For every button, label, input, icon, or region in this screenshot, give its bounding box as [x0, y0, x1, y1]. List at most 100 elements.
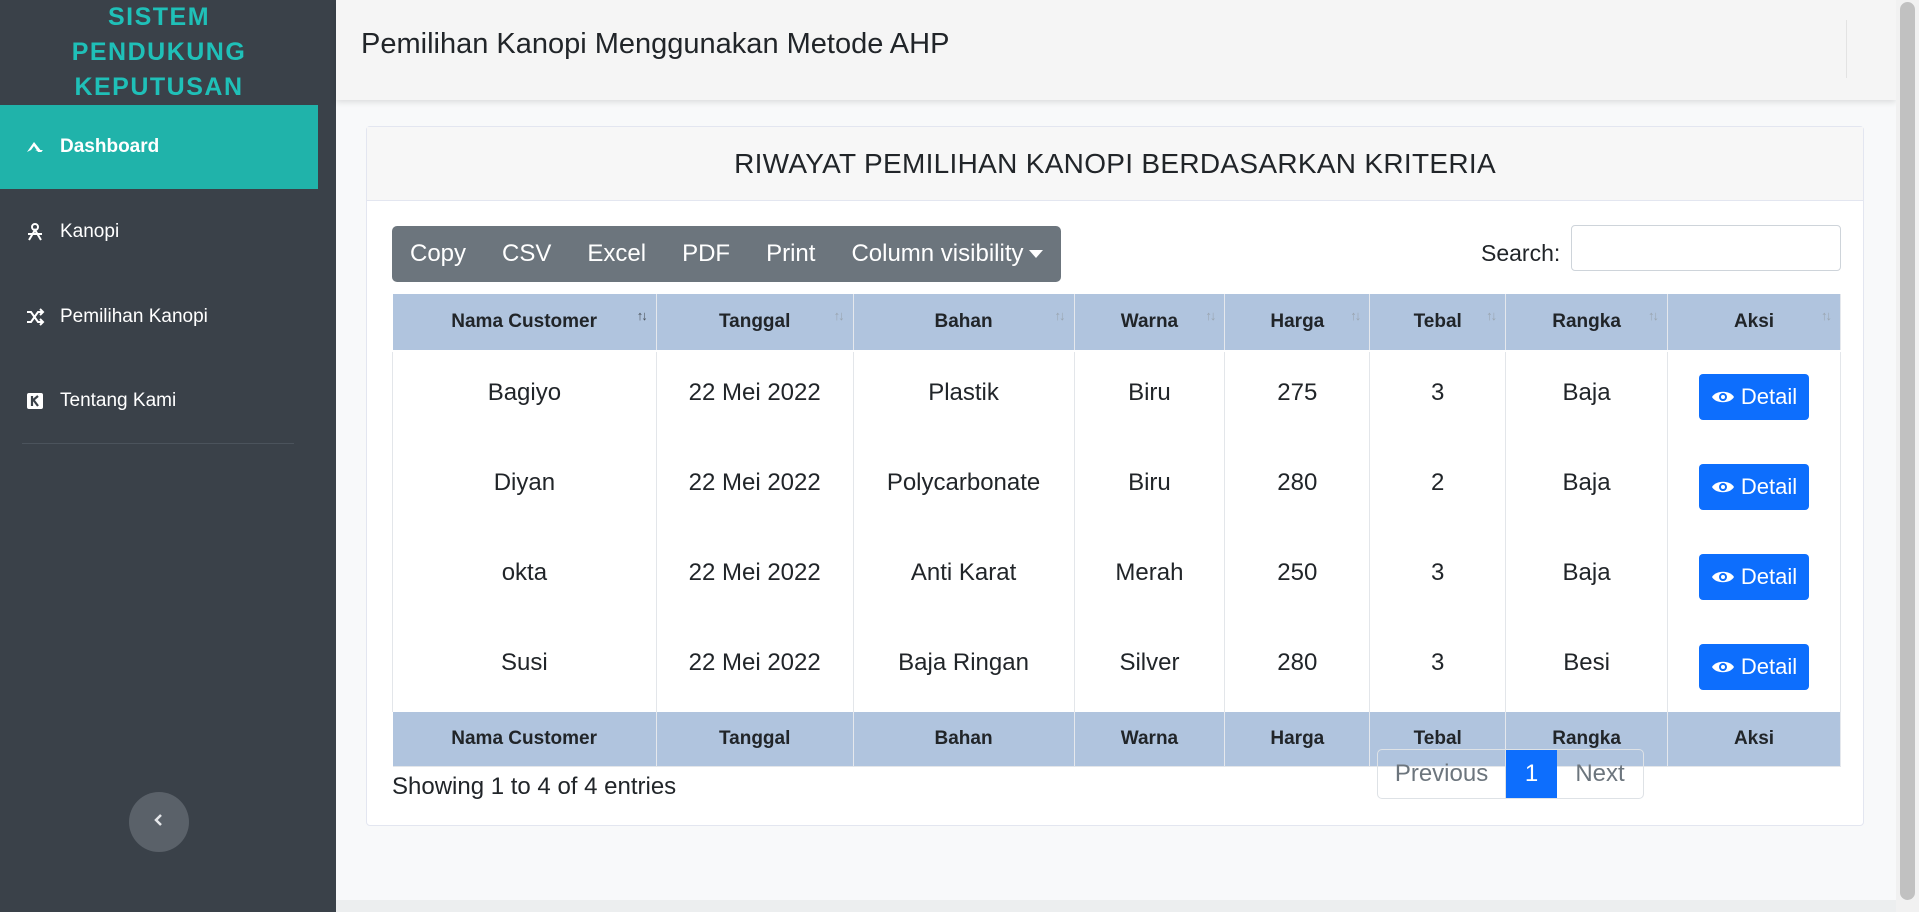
table-row: Bagiyo 22 Mei 2022 Plastik Biru 275 3 Ba… — [392, 351, 1841, 442]
cell-bahan: Polycarbonate — [852, 442, 1075, 532]
sidebar-item-kanopi[interactable]: Kanopi — [0, 190, 318, 274]
history-card: RIWAYAT PEMILIHAN KANOPI BERDASARKAN KRI… — [366, 126, 1864, 826]
sidebar: SISTEM PENDUKUNG KEPUTUSAN Dashboard Kan… — [0, 0, 336, 912]
cell-rangka: Baja — [1505, 351, 1669, 442]
previous-page-button[interactable]: Previous — [1378, 750, 1506, 798]
footer-header-tanggal: Tanggal — [656, 712, 854, 767]
cell-nama: Diyan — [392, 442, 657, 532]
footer-header-harga: Harga — [1224, 712, 1371, 767]
print-button[interactable]: Print — [748, 226, 833, 282]
cell-harga: 275 — [1224, 351, 1371, 442]
pdf-button[interactable]: PDF — [664, 226, 748, 282]
column-header-tanggal[interactable]: Tanggal ↑↓ — [656, 294, 854, 352]
topbar: Pemilihan Kanopi Menggunakan Metode AHP — [336, 0, 1896, 100]
cell-tanggal: 22 Mei 2022 — [655, 351, 854, 442]
column-header-tebal[interactable]: Tebal ↑↓ — [1369, 294, 1507, 352]
table-header-row: Nama Customer ↑↓ Tanggal ↑↓ Bahan ↑↓ Warna ↑… — [392, 294, 1841, 352]
cell-aksi: Detail — [1667, 442, 1841, 532]
cell-nama: Bagiyo — [392, 351, 657, 442]
sort-icon: ↑↓ — [1648, 308, 1659, 323]
detail-button[interactable]: Detail — [1699, 464, 1809, 510]
cell-tebal: 3 — [1369, 532, 1507, 622]
cell-bahan: Plastik — [852, 351, 1075, 442]
csv-button[interactable]: CSV — [484, 226, 569, 282]
cell-rangka: Baja — [1505, 532, 1669, 622]
export-button-group: Copy CSV Excel PDF Print Column visibili… — [392, 226, 1062, 282]
column-header-warna[interactable]: Warna ↑↓ — [1074, 294, 1226, 352]
eye-icon — [1711, 661, 1734, 673]
column-header-bahan[interactable]: Bahan ↑↓ — [853, 294, 1075, 352]
brand-line: SISTEM — [107, 2, 211, 31]
search-input[interactable] — [1571, 225, 1841, 271]
detail-button[interactable]: Detail — [1699, 554, 1809, 600]
next-page-button[interactable]: Next — [1557, 750, 1643, 798]
sidebar-item-pemilihan-kanopi[interactable]: Pemilihan Kanopi — [0, 275, 318, 359]
sort-asc-icon: ↑↓ — [636, 308, 648, 323]
cell-warna: Silver — [1073, 622, 1226, 712]
cell-tebal: 3 — [1369, 351, 1507, 442]
chevron-left-icon — [151, 812, 167, 833]
cell-tanggal: 22 Mei 2022 — [655, 442, 854, 532]
column-header-aksi[interactable]: Aksi ↑↓ — [1667, 294, 1841, 352]
eye-icon — [1711, 571, 1734, 583]
cell-bahan: Baja Ringan — [852, 622, 1075, 712]
detail-button-label: Detail — [1740, 384, 1798, 409]
table-row: Diyan 22 Mei 2022 Polycarbonate Biru 280… — [392, 442, 1841, 532]
column-header-rangka[interactable]: Rangka ↑↓ — [1505, 294, 1669, 352]
main-content: Pemilihan Kanopi Menggunakan Metode AHP … — [336, 0, 1896, 912]
scrollbar-thumb[interactable] — [1900, 2, 1915, 900]
table-info: Showing 1 to 4 of 4 entries — [392, 773, 677, 800]
sidebar-item-label: Kanopi — [60, 221, 120, 242]
sort-icon: ↑↓ — [1350, 308, 1361, 323]
cell-harga: 250 — [1224, 532, 1371, 622]
sidebar-toggle-button[interactable] — [129, 792, 189, 852]
detail-button-label: Detail — [1740, 564, 1798, 589]
column-header-nama-customer[interactable]: Nama Customer ↑↓ — [392, 294, 657, 352]
eye-icon — [1711, 391, 1734, 403]
search-label: Search: — [1481, 240, 1561, 266]
sort-icon: ↑↓ — [1486, 308, 1497, 323]
history-table: Nama Customer ↑↓ Tanggal ↑↓ Bahan ↑↓ Warna ↑… — [392, 294, 1841, 767]
cell-warna: Biru — [1073, 442, 1226, 532]
footer-header-warna: Warna — [1074, 712, 1226, 767]
brand-line: KEPUTUSAN — [74, 72, 244, 101]
vertical-scrollbar[interactable] — [1896, 0, 1919, 912]
column-header-harga[interactable]: Harga ↑↓ — [1224, 294, 1371, 352]
cell-tanggal: 22 Mei 2022 — [655, 532, 854, 622]
footer-header-nama-customer: Nama Customer — [392, 712, 657, 767]
detail-button[interactable]: Detail — [1699, 374, 1809, 420]
sidebar-item-label: Tentang Kami — [60, 390, 177, 411]
cell-aksi: Detail — [1667, 351, 1841, 442]
cell-nama: okta — [392, 532, 657, 622]
sidebar-brand[interactable]: SISTEM PENDUKUNG KEPUTUSAN — [0, 0, 318, 104]
sort-icon: ↑↓ — [833, 308, 845, 323]
kanopi-icon — [24, 221, 46, 243]
shuffle-icon — [24, 306, 46, 328]
dashboard-icon — [24, 136, 46, 158]
detail-button[interactable]: Detail — [1699, 644, 1809, 690]
footer-header-bahan: Bahan — [853, 712, 1075, 767]
table-row: Susi 22 Mei 2022 Baja Ringan Silver 280 … — [392, 622, 1841, 712]
cell-aksi: Detail — [1667, 532, 1841, 622]
cell-tebal: 2 — [1369, 442, 1507, 532]
pagination: Previous 1 Next — [1377, 749, 1644, 799]
cell-bahan: Anti Karat — [852, 532, 1075, 622]
sidebar-item-dashboard[interactable]: Dashboard — [0, 105, 318, 189]
detail-button-label: Detail — [1740, 654, 1798, 679]
cell-rangka: Baja — [1505, 442, 1669, 532]
sort-icon: ↑↓ — [1821, 308, 1832, 323]
column-visibility-button[interactable]: Column visibility — [833, 226, 1061, 282]
cell-warna: Merah — [1073, 532, 1226, 622]
excel-button[interactable]: Excel — [569, 226, 664, 282]
sort-icon: ↑↓ — [1054, 308, 1066, 323]
card-title: RIWAYAT PEMILIHAN KANOPI BERDASARKAN KRI… — [367, 127, 1863, 201]
caret-down-icon — [1029, 250, 1044, 258]
table-row: okta 22 Mei 2022 Anti Karat Merah 250 3 … — [392, 532, 1841, 622]
cell-nama: Susi — [392, 622, 657, 712]
cell-warna: Biru — [1073, 351, 1226, 442]
sidebar-item-tentang-kami[interactable]: Tentang Kami — [0, 359, 318, 443]
page-1-button[interactable]: 1 — [1506, 750, 1557, 798]
copy-button[interactable]: Copy — [392, 226, 484, 282]
sort-icon: ↑↓ — [1205, 308, 1216, 323]
topbar-divider — [1846, 20, 1847, 78]
